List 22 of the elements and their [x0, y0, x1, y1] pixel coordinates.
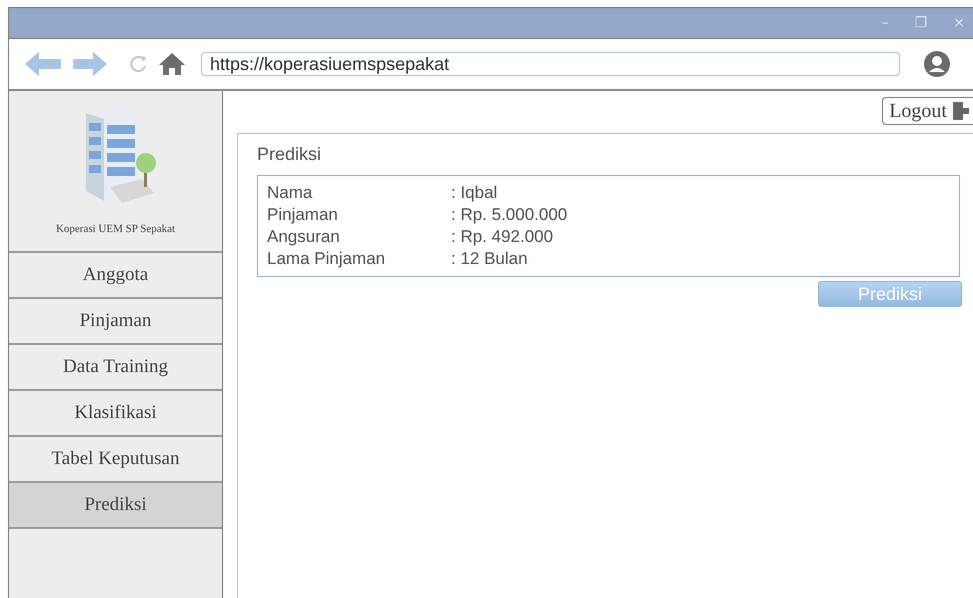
field-value: : 12 Bulan — [451, 249, 528, 269]
sidebar-menu-item[interactable]: Anggota — [9, 253, 222, 299]
sidebar-menu-item[interactable]: Klasifikasi — [9, 391, 222, 437]
panel-title: Prediksi — [257, 144, 322, 165]
field-label: Pinjaman — [267, 205, 339, 225]
sidebar-menu-item[interactable]: Data Training — [9, 345, 222, 391]
field-label: Nama — [267, 183, 314, 203]
brand-name: Koperasi UEM SP Sepakat — [56, 223, 176, 235]
field-value: : Rp. 5.000.000 — [451, 205, 568, 225]
field-value: : Iqbal — [451, 183, 498, 203]
address-bar[interactable]: https://koperasiuemspsepakat — [201, 52, 900, 76]
sidebar-menu-item[interactable]: Prediksi — [9, 483, 222, 529]
home-icon[interactable] — [159, 53, 185, 75]
sidebar-menu-item[interactable]: Pinjaman — [9, 299, 222, 345]
field-value: : Rp. 492.000 — [451, 227, 554, 247]
logout-button[interactable]: Logout — [882, 97, 973, 125]
back-arrow-icon[interactable] — [25, 51, 61, 77]
forward-arrow-icon[interactable] — [73, 51, 107, 77]
user-avatar-icon[interactable] — [924, 51, 950, 77]
field-label: Angsuran — [267, 227, 341, 247]
field-label: Lama Pinjaman — [267, 249, 386, 269]
reload-icon[interactable] — [129, 54, 147, 74]
